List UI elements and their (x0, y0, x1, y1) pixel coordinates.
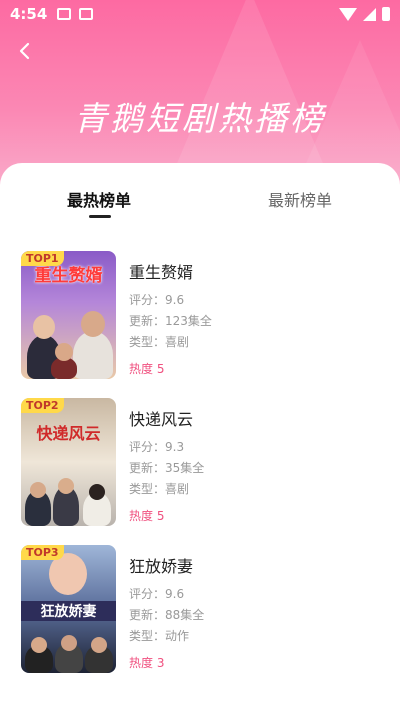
list-item[interactable]: 狂放娇妻 TOP3 狂放娇妻 评分：9.6 更新：88集全 类型：动作 热度 3 (0, 545, 400, 677)
image-notification-icon (57, 8, 72, 20)
cover-title: 狂放娇妻 (21, 601, 116, 621)
list-item[interactable]: 重生赘婿 TOP1 重生赘婿 评分：9.6 更新：123集全 类型：喜剧 热度 … (0, 251, 400, 383)
cover-art (21, 309, 116, 379)
drama-cover[interactable]: 狂放娇妻 TOP3 (21, 545, 116, 673)
drama-episodes: 更新：123集全 (129, 314, 212, 328)
drama-episodes: 更新：35集全 (129, 461, 205, 475)
signal-icon (363, 7, 376, 21)
drama-title[interactable]: 狂放娇妻 (129, 553, 193, 577)
tab-hottest[interactable]: 最热榜单 (67, 187, 131, 211)
page-title: 青鹅短剧热播榜 (74, 99, 326, 138)
list-item[interactable]: 快递风云 TOP2 快递风云 评分：9.3 更新：35集全 类型：喜剧 热度 5 (0, 398, 400, 530)
rank-badge: TOP2 (21, 398, 64, 413)
cover-title: 快递风云 (36, 424, 101, 443)
drama-score: 评分：9.3 (129, 440, 185, 454)
back-button[interactable] (12, 38, 38, 64)
drama-heat: 热度 3 (129, 656, 165, 670)
drama-cover[interactable]: 快递风云 TOP2 (21, 398, 116, 526)
tab-newest[interactable]: 最新榜单 (268, 187, 332, 211)
drama-genre: 类型：喜剧 (129, 335, 190, 349)
drama-heat: 热度 5 (129, 509, 165, 523)
active-tab-indicator (89, 215, 111, 218)
drama-genre: 类型：喜剧 (129, 482, 190, 496)
wifi-icon (339, 7, 357, 21)
drama-heat: 热度 5 (129, 362, 165, 376)
status-bar: 4:54 (0, 0, 400, 28)
app-notification-icon (79, 8, 94, 20)
drama-genre: 类型：动作 (129, 629, 190, 643)
rank-badge: TOP3 (21, 545, 64, 560)
chevron-left-icon (19, 42, 30, 60)
drama-score: 评分：9.6 (129, 293, 185, 307)
drama-score: 评分：9.6 (129, 587, 185, 601)
rank-badge: TOP1 (21, 251, 64, 266)
tab-bar: 最热榜单 最新榜单 (0, 163, 400, 223)
drama-episodes: 更新：88集全 (129, 608, 205, 622)
status-time: 4:54 (10, 5, 48, 23)
battery-icon (382, 7, 390, 21)
drama-title[interactable]: 重生赘婿 (129, 259, 193, 283)
ranking-panel: 最热榜单 最新榜单 重生赘婿 TOP1 重生赘婿 评分：9.6 更新：123集全… (0, 163, 400, 711)
drama-cover[interactable]: 重生赘婿 TOP1 (21, 251, 116, 379)
cover-art (21, 633, 116, 673)
drama-title[interactable]: 快递风云 (129, 406, 193, 430)
cover-art (21, 456, 116, 526)
